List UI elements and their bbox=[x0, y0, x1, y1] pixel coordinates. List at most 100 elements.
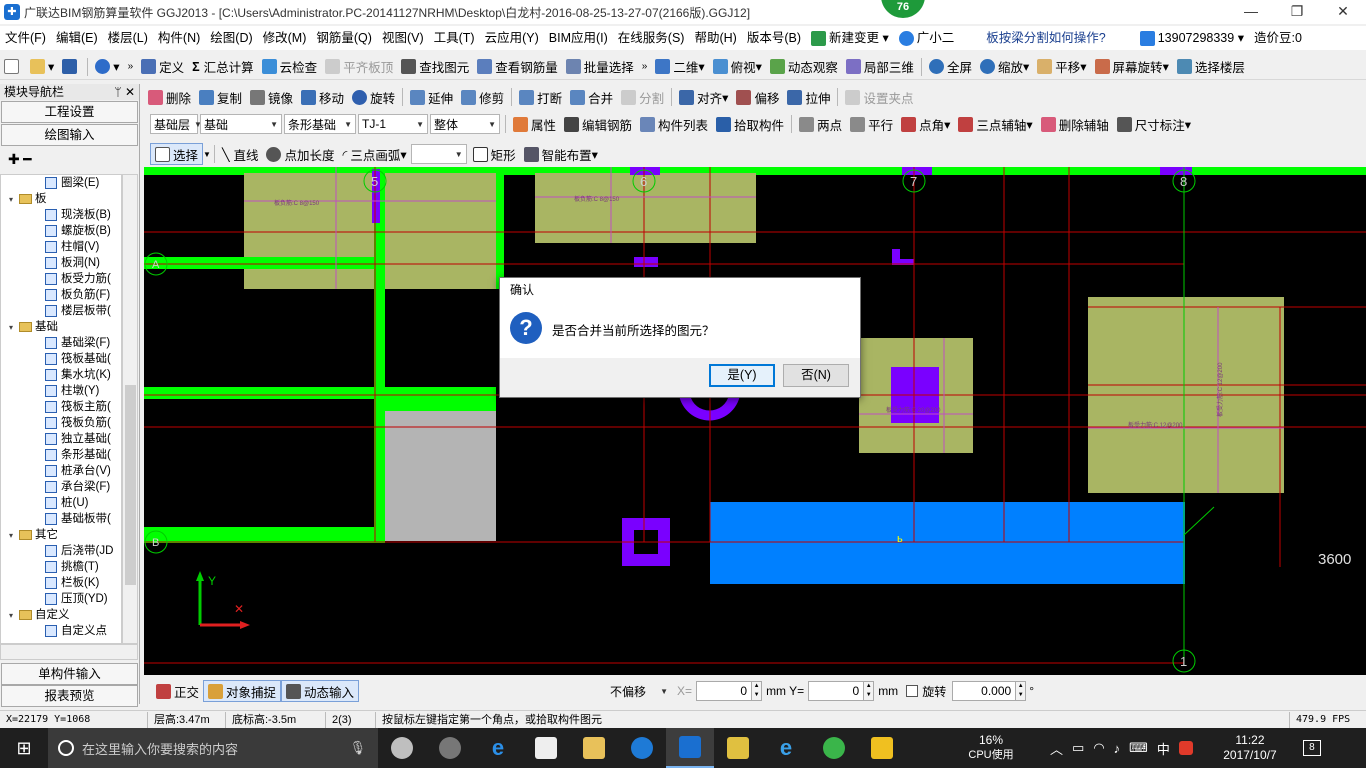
cloud-check-button[interactable]: 云检查 bbox=[258, 56, 322, 78]
wall-vertical-1[interactable] bbox=[374, 173, 385, 543]
menu-file[interactable]: 文件(F) bbox=[0, 26, 51, 50]
column-4[interactable] bbox=[634, 257, 658, 267]
expand-arrow-icon[interactable]: ▾ bbox=[9, 320, 19, 336]
y-input[interactable]: 0 bbox=[808, 681, 865, 701]
save-button[interactable] bbox=[58, 56, 84, 78]
floor-select[interactable]: 基础层 ▼ bbox=[150, 114, 202, 134]
select-tool-button[interactable]: 选择 bbox=[150, 143, 204, 165]
stretch-button[interactable]: 拉伸 bbox=[783, 86, 834, 108]
tree-item[interactable]: 集水坑(K) bbox=[1, 367, 121, 383]
wifi-icon[interactable]: ◠ bbox=[1093, 740, 1104, 756]
2d-view-button[interactable]: 二维 ▾ bbox=[651, 56, 708, 78]
tree-item[interactable]: 楼层板带( bbox=[1, 303, 121, 319]
find-element-button[interactable]: 查找图元 bbox=[397, 56, 473, 78]
overflow-chevron-2[interactable]: » bbox=[638, 56, 652, 78]
top-view-button[interactable]: 俯视 ▾ bbox=[709, 56, 766, 78]
expand-arrow-icon[interactable]: ▾ bbox=[9, 192, 19, 208]
trim-button[interactable]: 修剪 bbox=[457, 86, 508, 108]
tree-vertical-scrollbar[interactable] bbox=[122, 174, 138, 644]
tree-item[interactable]: 板负筋(F) bbox=[1, 287, 121, 303]
screen-rotate-button[interactable]: 屏幕旋转 ▾ bbox=[1091, 56, 1173, 78]
taskbar-glodon[interactable] bbox=[618, 728, 666, 768]
delete-axis-button[interactable]: 删除辅轴 bbox=[1037, 113, 1113, 135]
split-button[interactable]: 分割 bbox=[617, 86, 668, 108]
summary-calc-button[interactable]: Σ 汇总计算 bbox=[188, 56, 258, 78]
report-preview-button[interactable]: 报表预览 bbox=[1, 685, 138, 707]
tree-folder[interactable]: ▾ 其它 bbox=[1, 527, 121, 543]
tree-folder[interactable]: ▾ 基础 bbox=[1, 319, 121, 335]
tree-item[interactable]: 基础梁(F) bbox=[1, 335, 121, 351]
scroll-thumb[interactable] bbox=[125, 385, 136, 585]
wall-vertical-2[interactable] bbox=[496, 173, 504, 289]
component-select[interactable]: TJ-1 ▼ bbox=[358, 114, 428, 134]
tree-item[interactable]: 筏板主筋( bbox=[1, 399, 121, 415]
sogou-icon[interactable] bbox=[1178, 741, 1193, 755]
drawing-svg[interactable]: 板负筋:C 8@150 板负筋:C 8@150 板受力筋:C 20@200 板受… bbox=[144, 167, 1366, 675]
point-angle-button[interactable]: 点角 ▾ bbox=[897, 113, 954, 135]
type-select[interactable]: 条形基础 ▼ bbox=[284, 114, 356, 134]
edit-rebar-button[interactable]: 编辑钢筋 bbox=[560, 113, 636, 135]
break-button[interactable]: 打断 bbox=[515, 86, 566, 108]
snap-toggle[interactable]: 对象捕捉 bbox=[203, 680, 282, 702]
gray-block[interactable] bbox=[385, 411, 496, 541]
single-component-input-button[interactable]: 单构件输入 bbox=[1, 663, 138, 685]
expand-arrow-icon[interactable]: ▾ bbox=[9, 608, 19, 624]
taskbar-app-green[interactable] bbox=[810, 728, 858, 768]
tree-item[interactable]: 基础板带( bbox=[1, 511, 121, 527]
tree-item[interactable]: 压顶(YD) bbox=[1, 591, 121, 607]
menu-edit[interactable]: 编辑(E) bbox=[51, 26, 103, 50]
ortho-toggle[interactable]: 正交 bbox=[152, 680, 203, 702]
select-floor-button[interactable]: 选择楼层 bbox=[1173, 56, 1249, 78]
dynamic-input-toggle[interactable]: 动态输入 bbox=[281, 680, 360, 702]
taskbar-ie[interactable]: e bbox=[762, 728, 810, 768]
rotate-input[interactable]: 0.000 bbox=[952, 681, 1017, 701]
tree-item[interactable]: 后浇带(JD bbox=[1, 543, 121, 559]
arc-option-select[interactable]: ▼ bbox=[410, 144, 467, 164]
pan-button[interactable]: 平移 ▾ bbox=[1033, 56, 1090, 78]
tree-item[interactable]: 柱墩(Y) bbox=[1, 383, 121, 399]
tree-folder[interactable]: ▾ 自定义 bbox=[1, 607, 121, 623]
menu-draw[interactable]: 绘图(D) bbox=[205, 26, 257, 50]
tree-item[interactable]: 独立基础( bbox=[1, 431, 121, 447]
menu-cloud[interactable]: 云应用(Y) bbox=[480, 26, 544, 50]
taskbar-store[interactable] bbox=[522, 728, 570, 768]
tree-item[interactable]: 柱帽(V) bbox=[1, 239, 121, 255]
two-point-axis-button[interactable]: 两点 bbox=[795, 113, 846, 135]
no-button[interactable]: 否(N) bbox=[783, 364, 849, 387]
volume-icon[interactable]: ♪ bbox=[1114, 741, 1121, 756]
new-file-button[interactable] bbox=[0, 56, 26, 78]
tree-item[interactable]: 承台梁(F) bbox=[1, 479, 121, 495]
mirror-button[interactable]: 镜像 bbox=[246, 86, 297, 108]
tree-item[interactable]: 现浇板(B) bbox=[1, 207, 121, 223]
menu-assistant[interactable]: 广小二 bbox=[894, 26, 960, 50]
blue-slab[interactable] bbox=[710, 502, 1185, 584]
undo-button[interactable]: ▾ bbox=[91, 56, 123, 78]
zoom-button[interactable]: 缩放 ▾ bbox=[976, 56, 1033, 78]
menu-floor[interactable]: 楼层(L) bbox=[103, 26, 153, 50]
local-3d-button[interactable]: 局部三维 bbox=[842, 56, 918, 78]
three-point-arc-button[interactable]: ◜ 三点画弧 ▾ bbox=[339, 143, 411, 165]
tree-folder[interactable]: ▾ 板 bbox=[1, 191, 121, 207]
delete-button[interactable]: 删除 bbox=[144, 86, 195, 108]
minimize-button[interactable]: — bbox=[1228, 0, 1274, 24]
x-spinner[interactable]: ▲ ▼ bbox=[752, 681, 763, 701]
ime-indicator[interactable]: 中 bbox=[1157, 739, 1170, 758]
fullscreen-button[interactable]: 全屏 bbox=[925, 56, 976, 78]
offset-select[interactable]: 不偏移 ▼ bbox=[607, 681, 672, 701]
taskbar-explorer[interactable] bbox=[570, 728, 618, 768]
merge-button[interactable]: 合并 bbox=[566, 86, 617, 108]
point-length-button[interactable]: 点加长度 bbox=[262, 143, 338, 165]
close-button[interactable]: ✕ bbox=[1320, 0, 1366, 24]
keyboard-icon[interactable]: ⌨ bbox=[1129, 740, 1148, 756]
define-button[interactable]: 定义 bbox=[137, 56, 188, 78]
restore-button[interactable]: ❐ bbox=[1274, 0, 1320, 24]
extend-button[interactable]: 延伸 bbox=[406, 86, 457, 108]
menu-rebar[interactable]: 钢筋量(Q) bbox=[311, 26, 377, 50]
parallel-axis-button[interactable]: 平行 bbox=[846, 113, 897, 135]
move-button[interactable]: 移动 bbox=[297, 86, 348, 108]
view-rebar-qty-button[interactable]: 查看钢筋量 bbox=[473, 56, 562, 78]
offset-button[interactable]: 偏移 bbox=[732, 86, 783, 108]
set-grip-button[interactable]: 设置夹点 bbox=[841, 86, 917, 108]
copy-button[interactable]: 复制 bbox=[195, 86, 246, 108]
flush-slab-top-button[interactable]: 平齐板顶 bbox=[321, 56, 397, 78]
